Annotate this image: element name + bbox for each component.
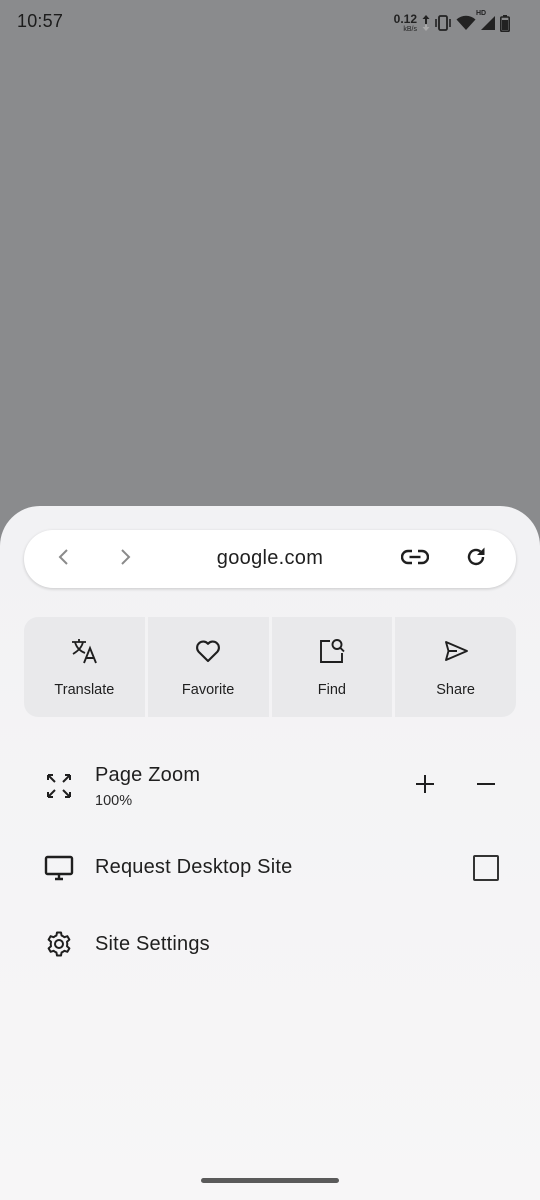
- status-icons: 0.12 kB/s HD: [394, 10, 510, 35]
- translate-icon: [69, 636, 99, 666]
- site-settings-row[interactable]: Site Settings: [0, 920, 540, 968]
- page-zoom-value: 100%: [95, 793, 133, 809]
- share-label: Share: [436, 682, 475, 698]
- site-settings-title: Site Settings: [95, 933, 210, 955]
- send-icon: [441, 636, 471, 666]
- minus-icon: [476, 774, 496, 799]
- battery-icon: [500, 14, 510, 32]
- zoom-out-button[interactable]: [466, 766, 506, 806]
- monitor-icon: [43, 852, 75, 884]
- gear-icon: [43, 928, 75, 960]
- page-zoom-row: Page Zoom 100%: [0, 756, 540, 816]
- copy-link-button[interactable]: [395, 539, 435, 579]
- wifi-icon: [456, 15, 476, 31]
- page-menu-sheet: google.com Translate Favorite Find Share…: [0, 506, 540, 1200]
- refresh-button[interactable]: [456, 539, 496, 579]
- request-desktop-row[interactable]: Request Desktop Site: [0, 842, 540, 894]
- find-button[interactable]: Find: [271, 617, 393, 717]
- share-button[interactable]: Share: [395, 617, 516, 717]
- favorite-button[interactable]: Favorite: [147, 617, 269, 717]
- forward-icon: [117, 547, 133, 572]
- find-label: Find: [317, 682, 346, 698]
- upload-arrow-icon: [422, 14, 430, 32]
- status-bar: 10:57 0.12 kB/s HD: [0, 0, 540, 46]
- quick-actions: Translate Favorite Find Share: [24, 617, 516, 717]
- vibrate-icon: [434, 15, 452, 31]
- net-speed-value: 0.12: [393, 12, 417, 26]
- home-indicator[interactable]: [201, 1178, 339, 1183]
- signal-icon: HD: [476, 10, 496, 31]
- forward-button[interactable]: [105, 539, 145, 579]
- page-zoom-title: Page Zoom: [95, 764, 201, 786]
- refresh-icon: [464, 545, 488, 574]
- network-badge: HD: [476, 10, 487, 17]
- plus-icon: [415, 774, 435, 799]
- zoom-expand-icon: [43, 770, 75, 802]
- request-desktop-checkbox[interactable]: [473, 855, 499, 881]
- translate-label: Translate: [54, 682, 115, 698]
- link-icon: [400, 549, 430, 570]
- net-speed-unit: kB/s: [403, 26, 417, 33]
- status-time: 10:57: [17, 11, 64, 31]
- favorite-label: Favorite: [181, 682, 235, 698]
- find-icon: [317, 636, 347, 666]
- translate-button[interactable]: Translate: [24, 617, 145, 717]
- back-icon: [56, 547, 72, 572]
- net-speed: 0.12 kB/s: [394, 13, 417, 33]
- zoom-in-button[interactable]: [405, 766, 445, 806]
- url-text[interactable]: google.com: [24, 547, 516, 570]
- url-bar: google.com: [24, 530, 516, 588]
- heart-icon: [193, 636, 223, 666]
- request-desktop-title: Request Desktop Site: [95, 856, 293, 878]
- back-button[interactable]: [44, 539, 84, 579]
